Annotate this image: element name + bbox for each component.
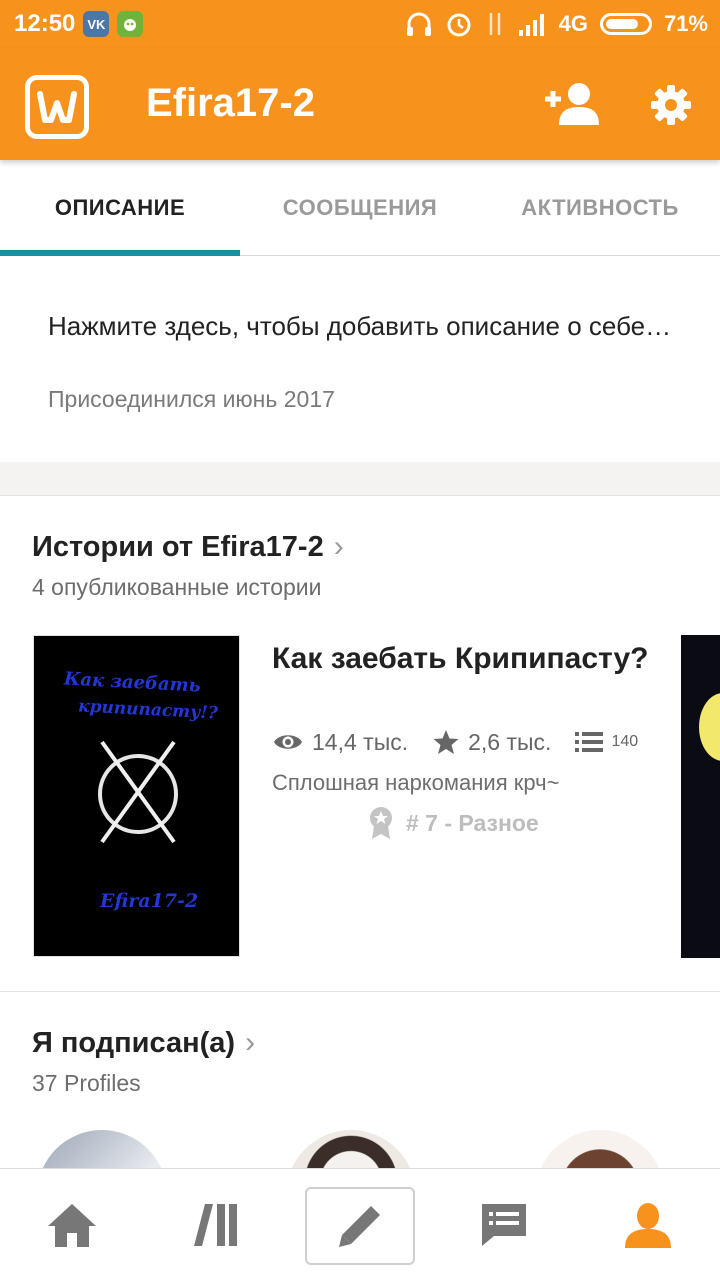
profile-tabs: ОПИСАНИЕ СООБЩЕНИЯ АКТИВНОСТЬ (0, 160, 720, 256)
data-transfer-icon (489, 13, 500, 35)
status-bar: 12:50 VK 4G 71% (0, 0, 720, 48)
list-icon (575, 732, 604, 752)
section-divider (0, 991, 720, 992)
eye-icon (274, 735, 302, 749)
ribbon-badge-icon (370, 807, 392, 839)
views-count: 14,4 тыс. (312, 728, 409, 755)
story-cover[interactable]: Как заебать крипипасту!? Efira17-2 (33, 635, 240, 957)
parts-count: 140 (611, 733, 639, 750)
stories-count: 4 опубликованные истории (32, 574, 322, 600)
pencil-icon (339, 1206, 380, 1247)
profile-username: Efira17-2 (146, 81, 315, 125)
stories-title: Истории от Efira17-2 (32, 530, 324, 563)
joined-date: Присоединился июнь 2017 (48, 386, 335, 412)
alarm-icon (447, 13, 471, 37)
views-stat: 14,4 тыс. (272, 729, 408, 756)
app-bar: Efira17-2 (0, 48, 720, 160)
nav-write[interactable] (305, 1187, 415, 1265)
avatar[interactable] (535, 1130, 665, 1170)
rank-label: # 7 - Разное (406, 809, 539, 836)
avatar[interactable] (286, 1130, 416, 1170)
settings-button[interactable] (650, 84, 692, 131)
add-user-icon (545, 83, 599, 125)
bottom-navigation (0, 1168, 720, 1280)
votes-stat: 2,6 тыс. (432, 728, 551, 756)
votes-count: 2,6 тыс. (468, 728, 552, 755)
battery-percent: 71% (663, 11, 708, 36)
cover-text-line1: Как заебать (63, 668, 202, 697)
vk-app-icon: VK (83, 11, 110, 37)
parts-stat: 140 (575, 731, 638, 753)
stories-section-header[interactable]: Истории от Efira17-2 › (32, 530, 344, 564)
nav-library[interactable] (144, 1169, 288, 1281)
network-type: 4G (558, 11, 588, 36)
headphones-icon (406, 12, 431, 36)
cover-text-line2: крипипасту!? (77, 696, 219, 724)
library-icon (194, 1204, 237, 1246)
gear-icon (651, 85, 691, 125)
star-icon (433, 730, 459, 754)
add-description-prompt[interactable]: Нажмите здесь, чтобы добавить описание о… (48, 306, 678, 346)
story-stats: 14,4 тыс. 2,6 тыс. 140 (272, 726, 662, 758)
follow-user-button[interactable] (543, 81, 601, 130)
android-app-icon (117, 11, 144, 37)
message-icon (482, 1204, 526, 1246)
next-story-cover[interactable] (681, 635, 720, 958)
story-title[interactable]: Как заебать Крипипасту? (272, 640, 652, 678)
following-title: Я подписан(а) (32, 1026, 236, 1059)
tab-messages[interactable]: СООБЩЕНИЯ (240, 160, 480, 256)
chevron-right-icon: › (245, 1026, 256, 1059)
tab-indicator (0, 250, 240, 256)
following-count: 37 Profiles (32, 1070, 141, 1096)
cover-author: Efira17-2 (100, 890, 199, 912)
profile-icon (625, 1203, 671, 1248)
nav-messages[interactable] (432, 1169, 576, 1281)
section-separator (0, 462, 720, 496)
story-description: Сплошная наркомания крч~ (272, 770, 560, 795)
status-time: 12:50 (14, 10, 76, 37)
battery-icon (599, 13, 652, 35)
nav-home[interactable] (0, 1169, 144, 1281)
tab-description[interactable]: ОПИСАНИЕ (0, 160, 240, 256)
following-avatars (0, 1128, 720, 1170)
nav-profile[interactable] (576, 1169, 720, 1281)
avatar[interactable] (37, 1130, 167, 1170)
tab-activity[interactable]: АКТИВНОСТЬ (480, 160, 720, 256)
home-icon (48, 1204, 96, 1247)
following-section-header[interactable]: Я подписан(а) › (32, 1026, 255, 1060)
wattpad-logo-icon[interactable] (25, 75, 89, 139)
chevron-right-icon: › (333, 530, 344, 563)
story-rank: # 7 - Разное (368, 806, 539, 840)
cover-symbol-icon (98, 740, 178, 844)
signal-icon (518, 14, 544, 36)
